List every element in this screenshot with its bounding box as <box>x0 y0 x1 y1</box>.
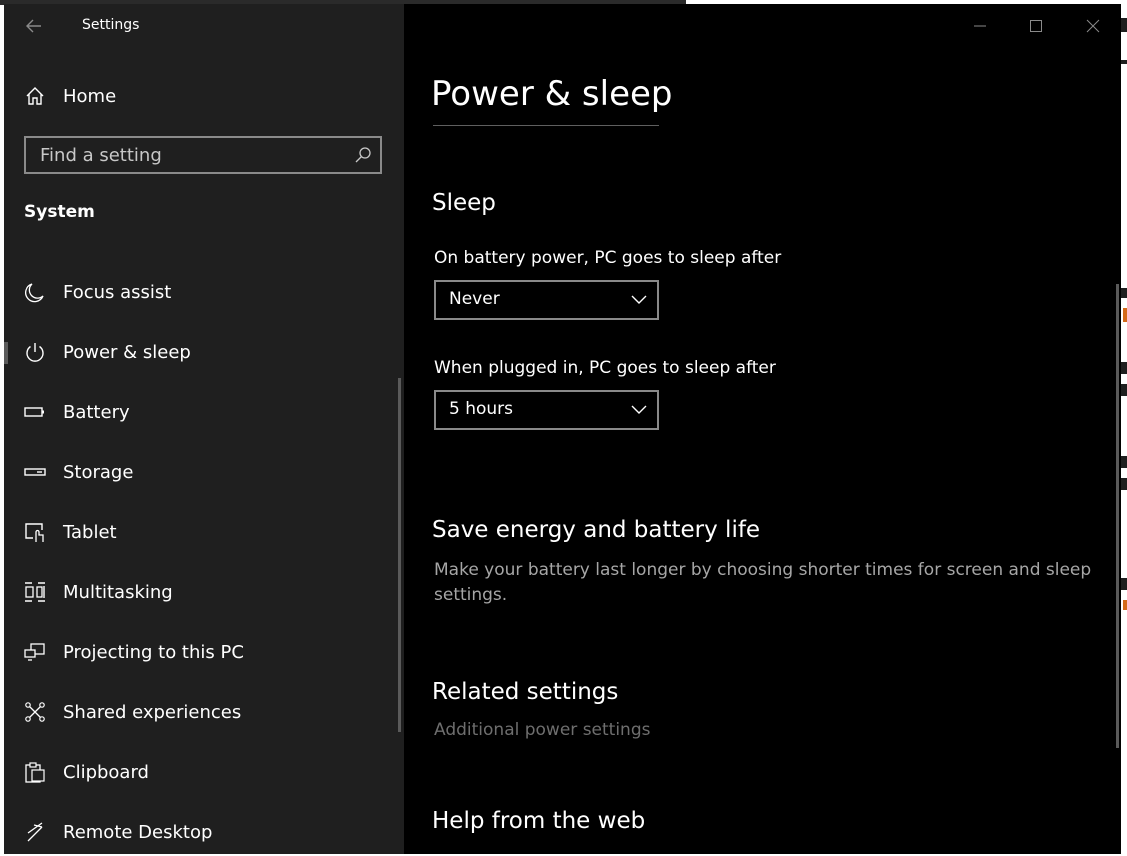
sidebar-item-label: Power & sleep <box>63 341 191 363</box>
background-glyph <box>1121 478 1127 490</box>
sidebar-item-multitasking[interactable]: Multitasking <box>4 568 400 616</box>
sidebar-item-power-sleep[interactable]: Power & sleep <box>4 328 400 376</box>
related-settings-heading: Related settings <box>432 679 619 705</box>
sidebar-item-label: Projecting to this PC <box>63 641 244 663</box>
background-glyph <box>1121 578 1127 590</box>
clipboard-icon <box>25 762 45 783</box>
chevron-down-icon <box>631 405 647 414</box>
projecting-icon <box>24 643 45 661</box>
battery-icon <box>24 407 44 417</box>
tablet-icon <box>25 523 44 542</box>
sidebar-item-label: Focus assist <box>63 281 172 303</box>
title-underline <box>433 125 659 126</box>
dropdown-value: 5 hours <box>449 399 514 419</box>
battery-sleep-label: On battery power, PC goes to sleep after <box>434 248 782 268</box>
chevron-down-icon <box>631 295 647 304</box>
power-icon <box>26 343 44 362</box>
close-button[interactable] <box>1081 14 1105 38</box>
sidebar: Settings Home System Focus assist <box>4 4 404 854</box>
moon-icon <box>25 283 44 303</box>
battery-sleep-dropdown[interactable]: Never <box>434 280 659 320</box>
main-content: Power & sleep Sleep On battery power, PC… <box>404 4 1121 854</box>
sidebar-item-shared-experiences[interactable]: Shared experiences <box>4 688 400 736</box>
sidebar-item-label: Multitasking <box>63 581 173 603</box>
plugged-sleep-label: When plugged in, PC goes to sleep after <box>434 358 776 378</box>
settings-window: Settings Home System Focus assist <box>4 4 1121 854</box>
maximize-button[interactable] <box>1024 14 1048 38</box>
background-accent <box>1123 308 1127 322</box>
sleep-heading: Sleep <box>432 190 496 216</box>
search-icon[interactable] <box>354 146 372 164</box>
page-title: Power & sleep <box>431 74 673 114</box>
shared-experiences-icon <box>25 702 45 722</box>
sidebar-item-battery[interactable]: Battery <box>4 388 400 436</box>
background-window <box>1120 0 1127 856</box>
sidebar-item-projecting[interactable]: Projecting to this PC <box>4 628 400 676</box>
sidebar-item-label: Battery <box>63 401 130 423</box>
sidebar-item-label: Clipboard <box>63 761 149 783</box>
back-arrow-icon <box>26 19 41 33</box>
minimize-icon <box>974 25 986 27</box>
background-glyph <box>1121 60 1127 64</box>
section-label-system: System <box>24 202 95 222</box>
close-icon <box>1086 19 1100 33</box>
main-scrollbar[interactable] <box>1116 284 1119 748</box>
sidebar-item-focus-assist[interactable]: Focus assist <box>4 268 400 316</box>
remote-desktop-icon <box>27 822 43 842</box>
additional-power-settings-link[interactable]: Additional power settings <box>434 720 650 740</box>
minimize-button[interactable] <box>968 14 992 38</box>
sidebar-item-tablet[interactable]: Tablet <box>4 508 400 556</box>
background-glyph <box>1121 384 1127 396</box>
plugged-sleep-dropdown[interactable]: 5 hours <box>434 390 659 430</box>
help-heading: Help from the web <box>432 808 646 834</box>
background-glyph <box>1121 288 1127 298</box>
sidebar-item-clipboard[interactable]: Clipboard <box>4 748 400 796</box>
sidebar-scrollbar[interactable] <box>398 378 401 732</box>
maximize-icon <box>1030 20 1042 32</box>
multitasking-icon <box>25 582 45 602</box>
home-icon <box>26 87 44 105</box>
background-accent <box>1123 600 1127 610</box>
save-energy-description: Make your battery last longer by choosin… <box>434 560 1092 605</box>
storage-icon <box>24 468 46 476</box>
back-button[interactable] <box>24 16 44 36</box>
sidebar-item-home[interactable]: Home <box>4 72 400 120</box>
sidebar-item-label: Remote Desktop <box>63 821 213 843</box>
dropdown-value: Never <box>449 289 500 309</box>
search-box[interactable] <box>24 136 382 174</box>
sidebar-item-remote-desktop[interactable]: Remote Desktop <box>4 808 400 854</box>
sidebar-item-label: Home <box>63 85 117 107</box>
sidebar-item-label: Tablet <box>63 521 117 543</box>
background-glyph <box>1121 456 1127 468</box>
sidebar-item-storage[interactable]: Storage <box>4 448 400 496</box>
search-input[interactable] <box>40 138 340 172</box>
background-glyph <box>1121 18 1127 32</box>
sidebar-item-label: Shared experiences <box>63 701 242 723</box>
app-title: Settings <box>82 17 140 33</box>
background-glyph <box>1121 362 1127 374</box>
sidebar-item-label: Storage <box>63 461 134 483</box>
save-energy-heading: Save energy and battery life <box>432 517 761 543</box>
